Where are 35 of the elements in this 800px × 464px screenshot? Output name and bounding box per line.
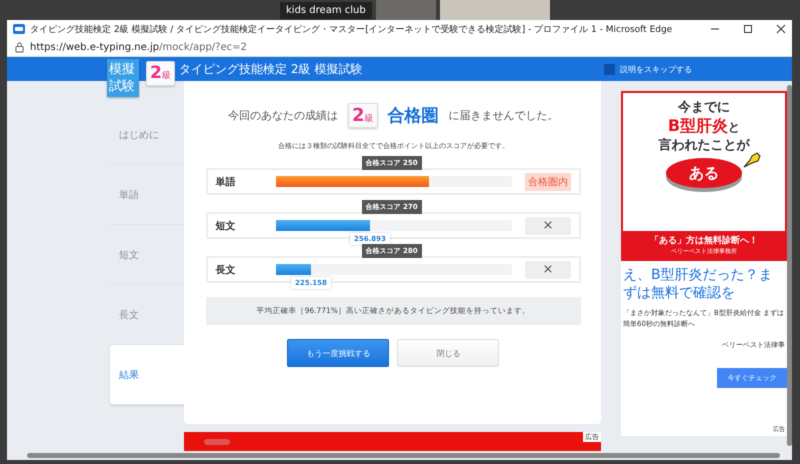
ad-text: 言われたことが bbox=[658, 137, 750, 154]
ad-text: B型肝炎と bbox=[668, 116, 740, 137]
subject-label: 単語 bbox=[216, 176, 237, 188]
browser-icon bbox=[13, 24, 25, 34]
address-bar-url[interactable]: https://web.e-typing.ne.jp/mock/app/?ec=2 bbox=[30, 42, 247, 52]
exam-logo: 模擬試験 bbox=[107, 59, 139, 97]
participant-name: kids dream club bbox=[280, 2, 372, 19]
lock-icon bbox=[15, 42, 24, 52]
ad-headline[interactable]: え、B型肝炎だった？まずは無料で確認を bbox=[621, 261, 787, 302]
zone-label: 合格圏 bbox=[388, 105, 439, 127]
close-button[interactable]: 閉じる bbox=[397, 339, 500, 367]
sidebar-item[interactable]: 結果 bbox=[110, 345, 184, 405]
vertical-scrollbar[interactable] bbox=[787, 85, 792, 446]
grade-badge: 2級 bbox=[348, 103, 378, 128]
page-title: タイピング技能検定 2級 模擬試験 bbox=[179, 60, 362, 78]
verdict-badge: × bbox=[525, 260, 571, 278]
horizontal-scrollbar[interactable] bbox=[27, 453, 780, 458]
verdict-badge: 合格圏内 bbox=[525, 172, 571, 190]
skip-checkbox[interactable] bbox=[604, 64, 615, 74]
verdict-badge: × bbox=[525, 216, 571, 234]
window-title: タイピング技能検定 2級 模擬試験 / タイピング技能検定イータイピング・マスター[インターネットで受験できる検定試験] - プロファイル 1 - Microsoft Edge bbox=[30, 23, 674, 36]
result-text: 今回のあなたの成績は bbox=[228, 108, 338, 123]
push-button-drawing: ある bbox=[666, 158, 742, 188]
subject-label: 短文 bbox=[216, 220, 237, 232]
skip-label: 説明をスキップする bbox=[620, 64, 692, 74]
ad-logo-icon bbox=[204, 438, 230, 444]
subject-label: 長文 bbox=[216, 264, 237, 276]
result-text: に届きませんでした。 bbox=[448, 108, 559, 123]
ad-text: 「ある」方は無料診断へ！ bbox=[650, 234, 758, 247]
retry-button[interactable]: もう一度挑戦する bbox=[287, 339, 390, 367]
video-placeholder bbox=[376, 0, 436, 20]
ad-text: 今までに bbox=[678, 99, 730, 116]
maximize-icon[interactable] bbox=[743, 24, 753, 34]
grade-badge: 2級 bbox=[146, 61, 175, 86]
close-icon[interactable] bbox=[776, 24, 786, 34]
